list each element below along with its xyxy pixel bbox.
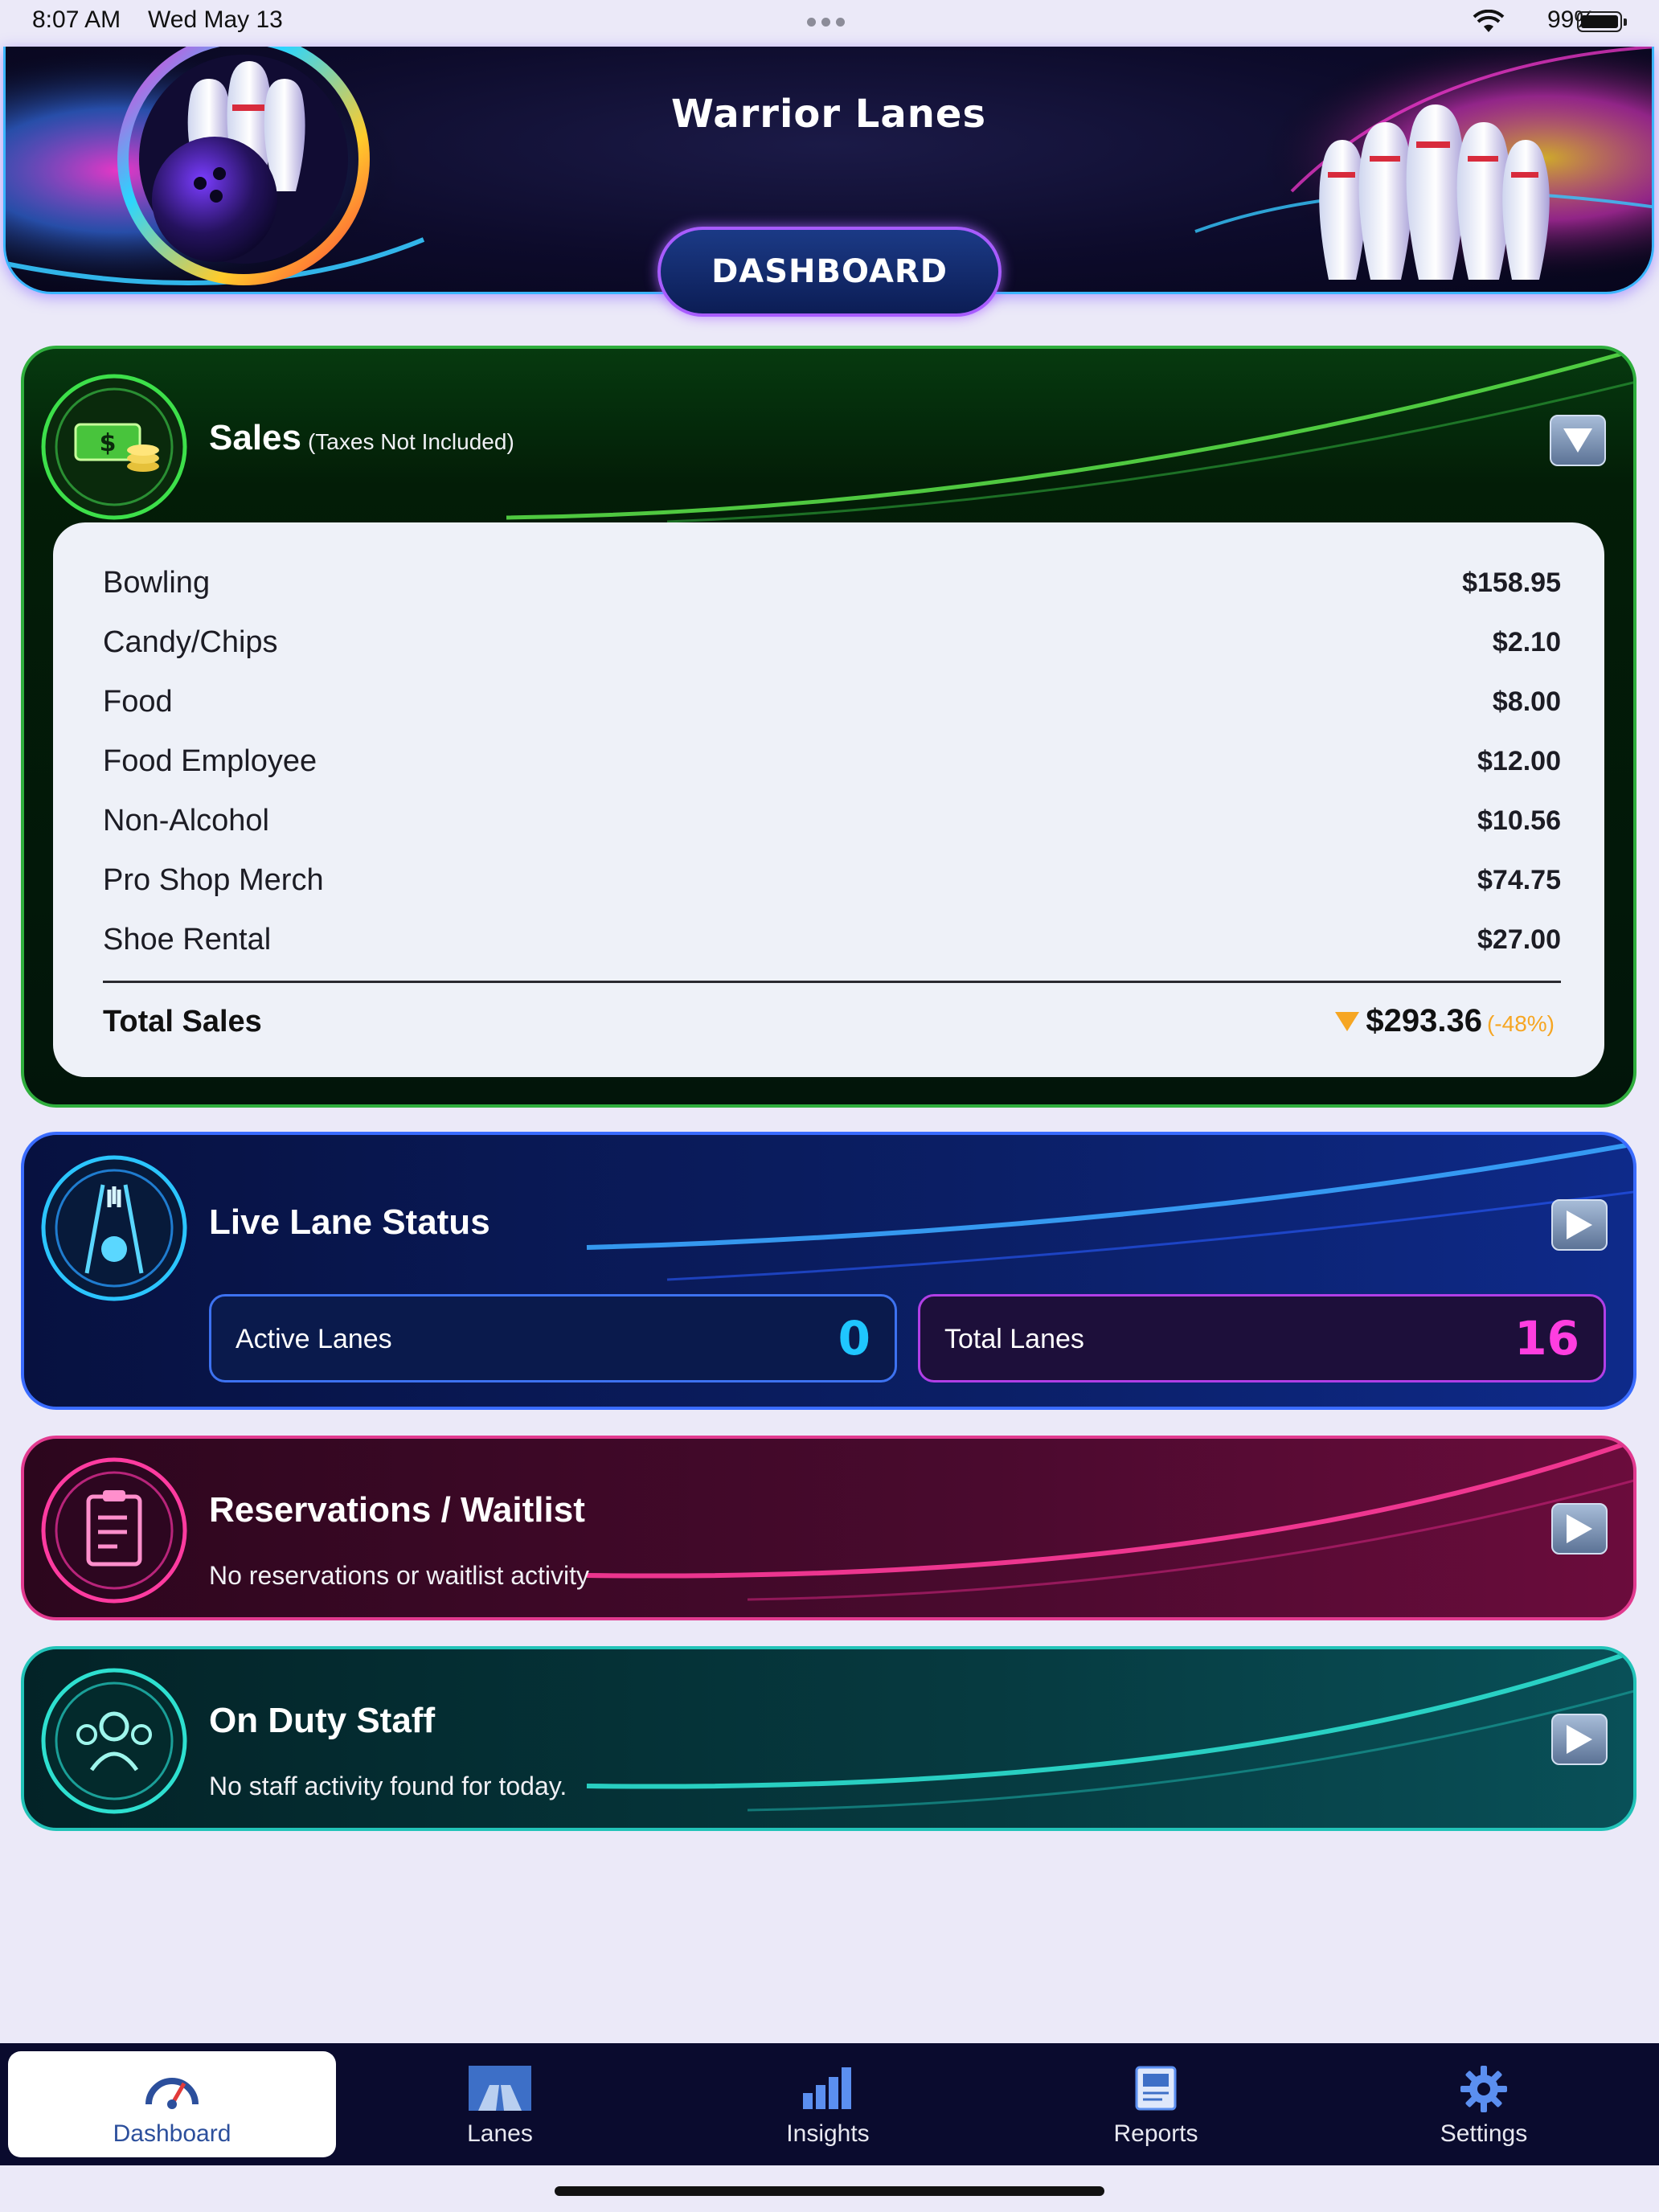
- on-duty-staff-card[interactable]: On Duty Staff No staff activity found fo…: [21, 1646, 1636, 1831]
- sales-row-value: $10.56: [1477, 805, 1561, 836]
- reservations-title: Reservations / Waitlist: [209, 1490, 585, 1530]
- sales-row-label: Food: [103, 685, 173, 719]
- play-arrow-icon: [1567, 1725, 1592, 1754]
- report-icon: [1135, 2066, 1177, 2111]
- gear-icon: [1460, 2066, 1507, 2112]
- sales-row: Bowling $158.95: [103, 566, 1561, 614]
- active-lanes-box: Active Lanes 0: [209, 1294, 897, 1382]
- triangle-down-icon: [1563, 428, 1592, 453]
- tab-reports[interactable]: Reports: [992, 2051, 1320, 2157]
- tab-label: Settings: [1440, 2120, 1528, 2147]
- reservations-card[interactable]: Reservations / Waitlist No reservations …: [21, 1436, 1636, 1620]
- sales-row-value: $12.00: [1477, 746, 1561, 776]
- sales-divider: [103, 981, 1561, 983]
- speedometer-icon: [145, 2078, 199, 2109]
- bottom-tab-bar: Dashboard Lanes Insights Reports Setting…: [0, 2043, 1659, 2165]
- sales-title-text: Sales: [209, 418, 301, 457]
- lanes-icon: [469, 2066, 531, 2111]
- tab-insights[interactable]: Insights: [664, 2051, 992, 2157]
- total-lanes-box: Total Lanes 16: [918, 1294, 1606, 1382]
- svg-text:$: $: [100, 429, 117, 457]
- active-lanes-value: 0: [838, 1311, 870, 1366]
- tab-label: Reports: [1113, 2120, 1198, 2147]
- app-title: Warrior Lanes: [670, 92, 987, 137]
- sales-row: Shoe Rental $27.00: [103, 923, 1561, 971]
- total-lanes-label: Total Lanes: [944, 1324, 1084, 1354]
- multitasking-dots-icon[interactable]: [807, 16, 852, 27]
- tab-settings[interactable]: Settings: [1320, 2051, 1648, 2157]
- sales-row: Candy/Chips $2.10: [103, 625, 1561, 674]
- total-sales-value: $293.36: [1366, 1003, 1482, 1038]
- sales-row: Food $8.00: [103, 685, 1561, 733]
- tab-dashboard[interactable]: Dashboard: [8, 2051, 336, 2157]
- active-lanes-label: Active Lanes: [236, 1324, 392, 1354]
- home-indicator[interactable]: [555, 2186, 1104, 2196]
- total-sales-change: (-48%): [1486, 1011, 1555, 1036]
- sales-card: $ Sales (Taxes Not Included) Bowling $158…: [21, 346, 1636, 1108]
- status-date: Wed May 13: [148, 6, 283, 33]
- on-duty-staff-open-button[interactable]: [1551, 1714, 1608, 1765]
- sales-row-value: $8.00: [1492, 686, 1561, 717]
- on-duty-staff-title: On Duty Staff: [209, 1701, 436, 1740]
- total-lanes-value: 16: [1514, 1311, 1579, 1366]
- trend-down-icon: [1335, 1011, 1360, 1031]
- clipboard-icon: [41, 1457, 187, 1604]
- live-lane-status-card[interactable]: Live Lane Status Active Lanes 0 Total La…: [21, 1132, 1636, 1410]
- sales-row-label: Non-Alcohol: [103, 804, 269, 838]
- play-arrow-icon: [1567, 1210, 1592, 1239]
- tab-lanes[interactable]: Lanes: [336, 2051, 664, 2157]
- reservations-open-button[interactable]: [1551, 1503, 1608, 1555]
- bar-chart-icon: [803, 2067, 851, 2109]
- sales-row: Food Employee $12.00: [103, 744, 1561, 793]
- battery-icon: [1577, 11, 1627, 32]
- sales-row-label: Shoe Rental: [103, 923, 272, 956]
- sales-row-value: $158.95: [1462, 567, 1561, 598]
- sales-row-label: Pro Shop Merch: [103, 863, 324, 897]
- live-lane-status-open-button[interactable]: [1551, 1199, 1608, 1251]
- wifi-icon: [1473, 10, 1505, 32]
- dashboard-section-button[interactable]: DASHBOARD: [657, 227, 1002, 317]
- sales-title: Sales (Taxes Not Included): [209, 418, 514, 458]
- status-bar: 8:07 AM Wed May 13 99%: [0, 0, 1659, 45]
- sales-row-label: Bowling: [103, 566, 211, 600]
- sales-tax-note: (Taxes Not Included): [307, 429, 514, 454]
- tab-label: Dashboard: [113, 2120, 231, 2147]
- tab-label: Insights: [786, 2120, 870, 2147]
- tab-label: Lanes: [467, 2120, 533, 2147]
- sales-row: Non-Alcohol $10.56: [103, 804, 1561, 852]
- cash-coins-icon: $: [41, 374, 187, 520]
- sales-row-label: Candy/Chips: [103, 625, 278, 659]
- sales-row-value: $74.75: [1477, 865, 1561, 895]
- play-arrow-icon: [1567, 1514, 1592, 1543]
- live-lane-status-title: Live Lane Status: [209, 1202, 490, 1242]
- on-duty-staff-message: No staff activity found for today.: [209, 1772, 567, 1800]
- bowling-lane-icon: [41, 1155, 187, 1301]
- sales-row-value: $27.00: [1477, 924, 1561, 955]
- reservations-message: No reservations or waitlist activity: [209, 1561, 590, 1590]
- staff-group-icon: [41, 1668, 187, 1814]
- sales-breakdown-panel: Bowling $158.95 Candy/Chips $2.10 Food $…: [53, 522, 1604, 1077]
- sales-row-value: $2.10: [1492, 627, 1561, 657]
- sales-row-label: Food Employee: [103, 744, 317, 778]
- total-sales: $293.36 (-48%): [1335, 1003, 1555, 1039]
- sales-row: Pro Shop Merch $74.75: [103, 863, 1561, 911]
- status-time: 8:07 AM: [32, 6, 121, 33]
- total-sales-label: Total Sales: [103, 1005, 262, 1038]
- sales-collapse-button[interactable]: [1550, 415, 1606, 466]
